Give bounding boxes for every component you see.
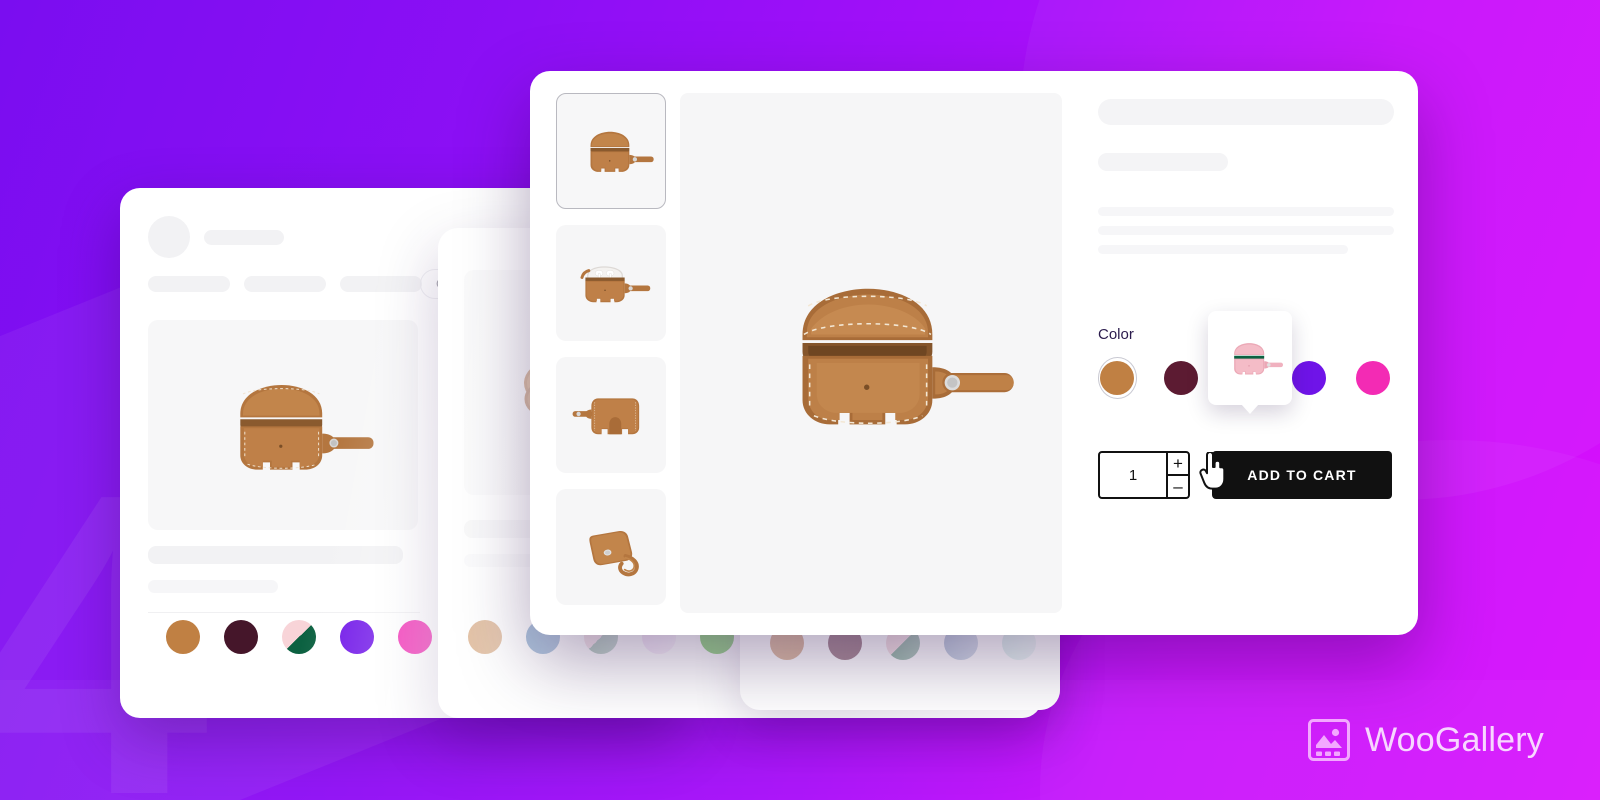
store-header <box>148 216 284 258</box>
airpods-case-back-icon <box>572 398 640 435</box>
thumbnail-2[interactable] <box>556 225 666 341</box>
swatch-preview-tooltip <box>1208 311 1292 405</box>
color-swatch-hot-pink[interactable] <box>398 620 432 654</box>
color-swatch-fill <box>1291 361 1326 395</box>
product-detail-card[interactable]: Color 1 + – ADD TO CART <box>530 71 1418 635</box>
hero-image-column <box>668 71 1068 635</box>
nav-tab-placeholder[interactable] <box>148 276 230 292</box>
divider <box>148 612 420 613</box>
purchase-row[interactable]: 1 + – ADD TO CART <box>1098 451 1392 499</box>
pointer-hand-cursor <box>1199 452 1226 490</box>
airpods-case-with-strap-loop-icon <box>589 530 639 577</box>
color-swatch-fill <box>1164 361 1199 395</box>
thumbnail-column[interactable] <box>530 71 668 635</box>
brand-logo: WooGallery <box>1307 718 1544 762</box>
color-swatch-tan-brown[interactable] <box>1098 357 1137 399</box>
hero-image[interactable] <box>680 93 1062 613</box>
product-card-image[interactable] <box>148 320 418 530</box>
product-price-placeholder <box>148 580 278 593</box>
product-description-placeholder <box>1098 207 1394 254</box>
color-swatch-tan-brown[interactable] <box>166 620 200 654</box>
thumbnail-1[interactable] <box>556 93 666 209</box>
thumbnail-4[interactable] <box>556 489 666 605</box>
color-swatch-pink-green[interactable] <box>282 620 316 654</box>
brown-leather-airpods-case-illustration <box>802 288 1014 425</box>
description-line <box>1098 245 1348 254</box>
airpods-case-front-open-icon <box>590 131 654 172</box>
nav-tab-placeholder[interactable] <box>244 276 326 292</box>
product-title-placeholder <box>1098 99 1394 125</box>
quantity-stepper[interactable]: 1 + – <box>1098 451 1190 499</box>
nav-tab-placeholder[interactable] <box>340 276 422 292</box>
store-name-placeholder <box>204 229 284 245</box>
color-swatch-fill <box>1355 361 1390 395</box>
color-swatch-dark-maroon[interactable] <box>1162 357 1201 399</box>
quantity-buttons[interactable]: + – <box>1166 453 1188 497</box>
product-price-placeholder <box>1098 153 1228 171</box>
color-swatch-fill <box>1100 361 1135 395</box>
color-swatch-hot-pink[interactable] <box>1353 357 1392 399</box>
color-swatch-dark-maroon[interactable] <box>224 620 258 654</box>
store-nav-tabs[interactable] <box>148 276 422 292</box>
color-swatch-violet[interactable] <box>340 620 374 654</box>
brand-name: WooGallery <box>1365 720 1544 759</box>
thumbnail-3[interactable] <box>556 357 666 473</box>
quantity-decrease-button[interactable]: – <box>1168 476 1188 497</box>
description-line <box>1098 226 1394 235</box>
airpods-case-illustration <box>239 384 373 470</box>
quantity-value[interactable]: 1 <box>1100 453 1166 497</box>
gallery-image-icon <box>1308 719 1350 761</box>
product-title-placeholder <box>148 546 403 564</box>
product-info-column: Color 1 + – ADD TO CART <box>1068 71 1418 635</box>
airpods-case-open-with-earbuds-icon <box>580 266 651 303</box>
add-to-cart-button[interactable]: ADD TO CART <box>1212 451 1392 499</box>
description-line <box>1098 207 1394 216</box>
avatar <box>148 216 190 258</box>
quantity-increase-button[interactable]: + <box>1168 453 1188 476</box>
color-swatch-tan-brown[interactable] <box>468 620 502 654</box>
color-swatch-violet[interactable] <box>1289 357 1328 399</box>
product-swatch-row[interactable] <box>166 620 432 654</box>
pink-green-airpods-case-preview-icon <box>1234 343 1283 375</box>
